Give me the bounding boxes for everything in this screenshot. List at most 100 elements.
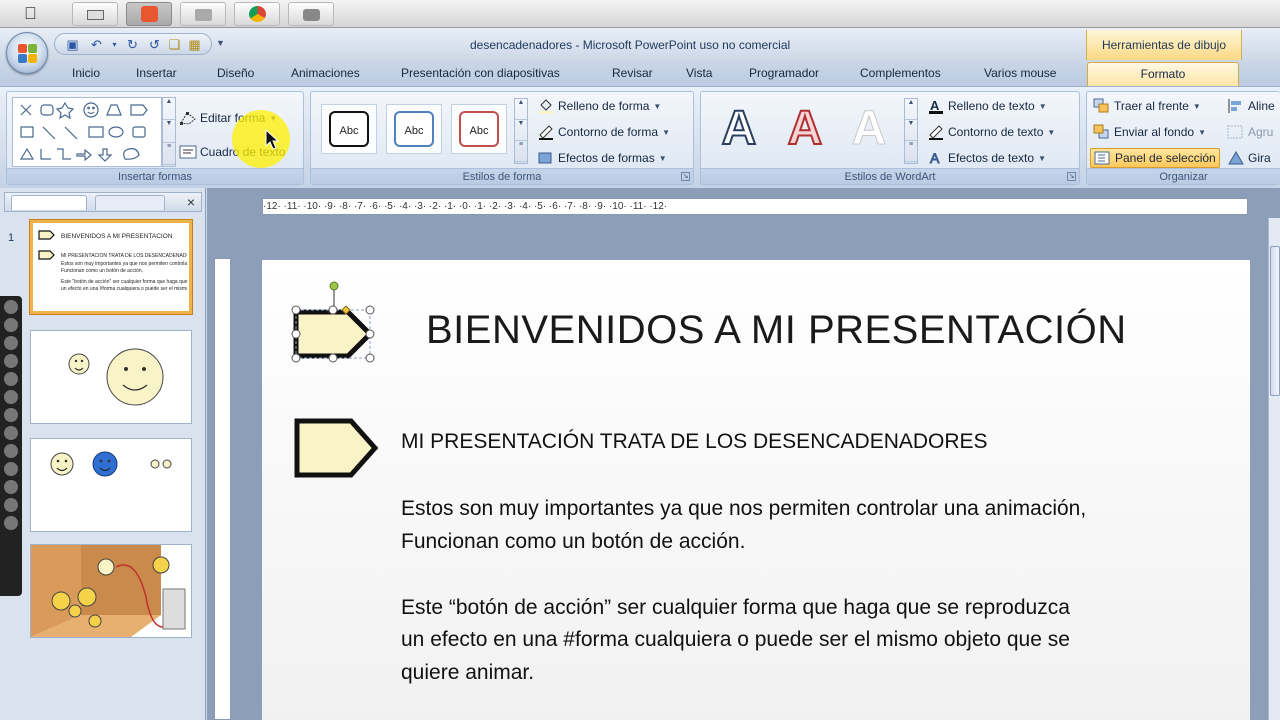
selected-pentagon-shape[interactable] [286,280,386,370]
tab-outline[interactable] [95,195,165,210]
tab-revisar[interactable]: Revisar [612,66,653,80]
slide-paragraph-1-line-1[interactable]: Estos son muy importantes ya que nos per… [401,493,1086,525]
thumb1-line5: un efecto en una #forma cualquiera o pue… [61,286,187,292]
slide-paragraph-2-line-3[interactable]: quiere animar. [401,657,534,689]
tab-programador[interactable]: Programador [749,66,819,80]
taskbar-button-5[interactable] [288,2,334,26]
shape-style-preset-1[interactable]: Abc [321,104,377,154]
tab-varios-mouse[interactable]: Varios mouse [984,66,1056,80]
slide-subheading[interactable]: MI PRESENTACIÓN TRATA DE LOS DESENCADENA… [401,430,988,454]
tool-icon[interactable] [4,444,18,458]
tool-icon[interactable] [4,462,18,476]
tool-icon[interactable] [4,408,18,422]
apple-menu-icon[interactable]:  [24,4,37,24]
traer-frente-button[interactable]: Traer al frente ▼ [1093,98,1201,114]
contorno-forma-button[interactable]: Contorno de forma ▼ [537,124,670,140]
group-label-insertar-formas: Insertar formas [7,168,303,184]
save-icon[interactable]: ▣ [65,37,80,52]
tool-icon[interactable] [4,372,18,386]
slide-title[interactable]: BIENVENIDOS A MI PRESENTACIÓN [426,308,1127,353]
shapes-gallery[interactable] [12,97,162,167]
contorno-texto-button[interactable]: Contorno de texto ▼ [927,124,1055,140]
group-icon [1227,125,1243,139]
undo-dropdown-icon[interactable]: ▾ [107,37,122,52]
slide-paragraph-2-line-1[interactable]: Este “botón de acción” ser cualquier for… [401,592,1070,624]
rotate-icon [1228,151,1244,165]
enviar-fondo-label: Enviar al fondo [1114,125,1195,139]
slide-thumbnail-3[interactable] [30,438,192,532]
shape-style-preset-2-label: Abc [394,111,434,147]
customize-toolbar-icon[interactable]: ▼ [216,38,225,48]
pentagon-arrow-shape[interactable] [292,416,382,482]
wordart-preset-3[interactable]: A [839,102,899,155]
tool-icon[interactable] [4,300,18,314]
close-icon[interactable]: × [187,194,195,210]
tab-presentacion[interactable]: Presentación con diapositivas [401,66,560,80]
slide-paragraph-2-line-2[interactable]: un efecto en una #forma cualquiera o pue… [401,624,1070,656]
vertical-ruler [214,258,231,720]
dialog-launcher-icon[interactable]: ↘ [1067,172,1076,181]
wordart-preset-1[interactable]: A [709,102,769,155]
copy-icon[interactable]: ❏ [167,37,182,52]
tab-complementos[interactable]: Complementos [860,66,941,80]
text-fill-icon: A [929,98,943,114]
dropdown-arrow-icon: ▼ [662,127,670,137]
wordart-styles-scroll[interactable]: ▲ ▼ ≡ [904,98,918,164]
tool-icon[interactable] [4,336,18,350]
slide-paragraph-1-line-2[interactable]: Funcionan como un botón de acción. [401,526,745,558]
repeat-icon[interactable]: ↺ [147,37,162,52]
group-label-estilos-wordart: Estilos de WordArt [701,168,1079,184]
contorno-texto-label: Contorno de texto [948,125,1044,139]
relleno-texto-button[interactable]: A Relleno de texto ▼ [927,98,1047,114]
group-estilos-wordart: A A A ▲ ▼ ≡ A Relleno de texto ▼ Contorno d… [700,91,1080,185]
tool-icon[interactable] [4,498,18,512]
slide-thumbnail-4[interactable] [30,544,192,638]
shapes-gallery-scroll[interactable]: ▲ ▼ ≡ [162,97,176,167]
relleno-forma-button[interactable]: Relleno de forma ▼ [537,98,661,114]
redo-icon[interactable]: ↻ [125,37,140,52]
shape-styles-scroll[interactable]: ▲ ▼ ≡ [514,98,528,164]
pen-outline-icon [539,125,553,140]
wordart-preset-3-letter: A [851,102,887,155]
undo-icon[interactable]: ↶ [89,37,104,52]
tool-icon[interactable] [4,426,18,440]
enviar-fondo-button[interactable]: Enviar al fondo ▼ [1093,124,1206,140]
tool-icon[interactable] [4,516,18,530]
tab-insertar[interactable]: Insertar [136,66,177,80]
tool-icon[interactable] [4,318,18,332]
paste-icon[interactable]: ▦ [187,37,202,52]
taskbar-button-3[interactable] [180,2,226,26]
slide-thumbnail-1[interactable]: BIENVENIDOS A MI PRESENTACIÓN MI PRESENT… [30,220,192,314]
office-button[interactable] [6,32,48,74]
scrollbar-thumb[interactable] [1270,246,1280,396]
efectos-formas-button[interactable]: Efectos de formas ▼ [537,150,667,166]
slide-canvas[interactable]: BIENVENIDOS A MI PRESENTACIÓN MI PRESENT… [262,260,1250,720]
tool-icon[interactable] [4,480,18,494]
taskbar-button-powerpoint[interactable] [126,2,172,26]
panel-seleccion-button[interactable]: Panel de selección [1090,148,1220,168]
shape-style-preset-2[interactable]: Abc [386,104,442,154]
dropdown-arrow-icon: ▼ [658,153,667,163]
tool-icon[interactable] [4,390,18,404]
shape-style-preset-3[interactable]: Abc [451,104,507,154]
tab-slides[interactable] [11,195,87,210]
tab-formato[interactable]: Formato [1087,62,1239,87]
girar-button[interactable]: Gira [1227,150,1271,166]
dialog-launcher-icon[interactable]: ↘ [681,172,690,181]
efectos-texto-button[interactable]: A Efectos de texto ▼ [927,150,1046,166]
tab-vista[interactable]: Vista [686,66,712,80]
agrupar-button[interactable]: Agru [1227,124,1273,140]
tab-animaciones[interactable]: Animaciones [291,66,360,80]
tool-icon[interactable] [4,354,18,368]
slide-thumbnail-2[interactable] [30,330,192,424]
alinear-button[interactable]: Aline [1227,98,1275,114]
taskbar-button-1[interactable] [72,2,118,26]
tab-diseno[interactable]: Diseño [217,66,254,80]
wordart-preset-2[interactable]: A [775,103,835,155]
group-estilos-forma: Abc Abc Abc ▲ ▼ ≡ Relleno de forma ▼ Contor… [310,91,694,185]
shapes-gallery-icons [19,101,148,162]
vertical-scrollbar[interactable] [1268,218,1280,720]
wordart-preset-1-letter: A [721,102,758,155]
tab-inicio[interactable]: Inicio [72,66,100,80]
taskbar-button-chrome[interactable] [234,2,280,26]
